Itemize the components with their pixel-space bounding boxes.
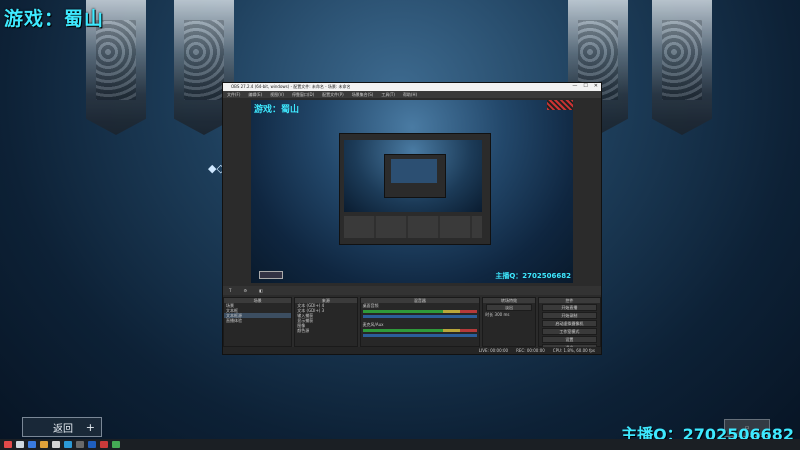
obs-menubar: 文件(F) 编辑(E) 视图(V) 停靠窗口(D) 配置文件(P) 场景集合(S… bbox=[223, 91, 601, 98]
transition-duration-label: 时长 bbox=[485, 312, 494, 317]
menu-file[interactable]: 文件(F) bbox=[227, 92, 240, 98]
audio-meter bbox=[362, 310, 478, 313]
nested-docks bbox=[344, 216, 482, 238]
mixer-channel-label: 麦克风/Aux bbox=[362, 322, 384, 327]
game-title-overlay: 游戏：蜀山 bbox=[4, 8, 105, 30]
transitions-dock-header: 转场特效 bbox=[483, 298, 535, 303]
back-button-label: 返回 bbox=[53, 423, 73, 435]
sources-dock: 来源 文本 (GDI+) 4 文本 (GDI+) 3 输入捕获 显示捕获 图像 … bbox=[294, 297, 358, 347]
live-status: LIVE: 00:00:00 bbox=[478, 348, 509, 353]
maximize-icon[interactable]: ☐ bbox=[583, 83, 587, 89]
properties-button[interactable]: ⚙ bbox=[243, 288, 247, 293]
taskbar-app-icon[interactable] bbox=[52, 441, 60, 448]
minimize-icon[interactable]: — bbox=[572, 83, 577, 89]
transition-duration-row: 时长 300 ms bbox=[483, 312, 534, 317]
nested-preview bbox=[344, 140, 482, 212]
menu-view[interactable]: 视图(V) bbox=[270, 92, 284, 98]
studio-mode-button[interactable]: 工作室模式 bbox=[541, 328, 597, 335]
scene-item[interactable]: 直播体验 bbox=[224, 318, 291, 323]
start-recording-button[interactable]: 开始录制 bbox=[541, 312, 597, 319]
windows-start-icon[interactable] bbox=[4, 441, 12, 448]
taskbar-app-icon[interactable] bbox=[76, 441, 84, 448]
mixer-channel-label: 桌面音频 bbox=[362, 303, 379, 308]
obs-titlebar[interactable]: OBS 27.2.4 (64-bit, windows) - 配置文件: 未命名… bbox=[223, 83, 601, 91]
cpu-status: CPU: 1.8%, 60.00 fps bbox=[552, 348, 595, 353]
obs-statusbar: LIVE: 00:00:00 REC: 00:00:00 CPU: 1.8%, … bbox=[223, 347, 601, 354]
filters-button[interactable]: ◧ bbox=[259, 288, 263, 293]
transition-select[interactable]: 淡出 bbox=[486, 304, 532, 311]
taskbar-app-icon[interactable] bbox=[112, 441, 120, 448]
preview-game-title: 游戏：蜀山 bbox=[254, 105, 300, 115]
scenes-dock: 场景 场景 文本框 文本框源 直播体验 bbox=[223, 297, 293, 347]
obs-window-title: OBS 27.2.4 (64-bit, windows) - 配置文件: 未命名… bbox=[231, 84, 351, 89]
preview-hatch-marker bbox=[547, 100, 573, 110]
back-button[interactable]: 返回 + bbox=[22, 417, 102, 437]
virtual-camera-button[interactable]: 启动虚拟摄像机 bbox=[541, 320, 597, 327]
windows-taskbar bbox=[0, 439, 800, 450]
taskbar-app-icon[interactable] bbox=[28, 441, 36, 448]
start-streaming-button[interactable]: 开始直播 bbox=[541, 304, 597, 311]
obs-docks: 场景 场景 文本框 文本框源 直播体验 来源 文本 (GDI+) 4 文本 (G… bbox=[223, 297, 601, 351]
mixer-dock: 混音器 桌面音频 麦克风/Aux bbox=[359, 297, 481, 347]
hanging-banner bbox=[652, 0, 712, 135]
volume-slider[interactable] bbox=[362, 315, 478, 318]
source-toolbar: T ⚙ ◧ bbox=[223, 286, 601, 295]
menu-edit[interactable]: 编辑(E) bbox=[248, 92, 262, 98]
transition-duration-input[interactable]: 300 ms bbox=[495, 312, 510, 317]
taskbar-app-icon[interactable] bbox=[100, 441, 108, 448]
taskbar-app-icon[interactable] bbox=[16, 441, 24, 448]
menu-docks[interactable]: 停靠窗口(D) bbox=[292, 92, 314, 98]
volume-slider[interactable] bbox=[362, 334, 478, 337]
transitions-dock: 转场特效 淡出 时长 300 ms bbox=[482, 297, 536, 347]
plus-icon[interactable]: + bbox=[86, 421, 95, 434]
nested-obs-window bbox=[339, 133, 491, 245]
menu-profile[interactable]: 配置文件(P) bbox=[322, 92, 344, 98]
controls-dock-header: 控件 bbox=[538, 298, 600, 303]
nested-preview-inner bbox=[384, 154, 446, 198]
nested-preview-deep bbox=[391, 159, 437, 183]
preview-back-button bbox=[259, 271, 283, 279]
controls-dock: 控件 开始直播 开始录制 启动虚拟摄像机 工作室模式 设置 退出 bbox=[537, 297, 601, 351]
obs-window[interactable]: OBS 27.2.4 (64-bit, windows) - 配置文件: 未命名… bbox=[222, 82, 602, 355]
audio-meter bbox=[362, 329, 478, 332]
text-source-icon: T bbox=[229, 288, 232, 293]
preview-streamer-qq: 主播Q：2702506682 bbox=[495, 272, 571, 280]
menu-scene-collection[interactable]: 场景集合(S) bbox=[352, 92, 374, 98]
taskbar-app-icon[interactable] bbox=[88, 441, 96, 448]
menu-help[interactable]: 帮助(H) bbox=[403, 92, 417, 98]
taskbar-app-icon[interactable] bbox=[40, 441, 48, 448]
close-icon[interactable]: ✕ bbox=[594, 83, 598, 89]
rec-status: REC: 00:00:00 bbox=[516, 348, 545, 353]
obs-preview[interactable]: 游戏：蜀山 主播Q：2702506682 bbox=[251, 100, 573, 283]
menu-tools[interactable]: 工具(T) bbox=[381, 92, 395, 98]
settings-button[interactable]: 设置 bbox=[541, 336, 597, 343]
taskbar-app-icon[interactable] bbox=[64, 441, 72, 448]
source-item[interactable]: 颜色源 bbox=[295, 328, 356, 333]
